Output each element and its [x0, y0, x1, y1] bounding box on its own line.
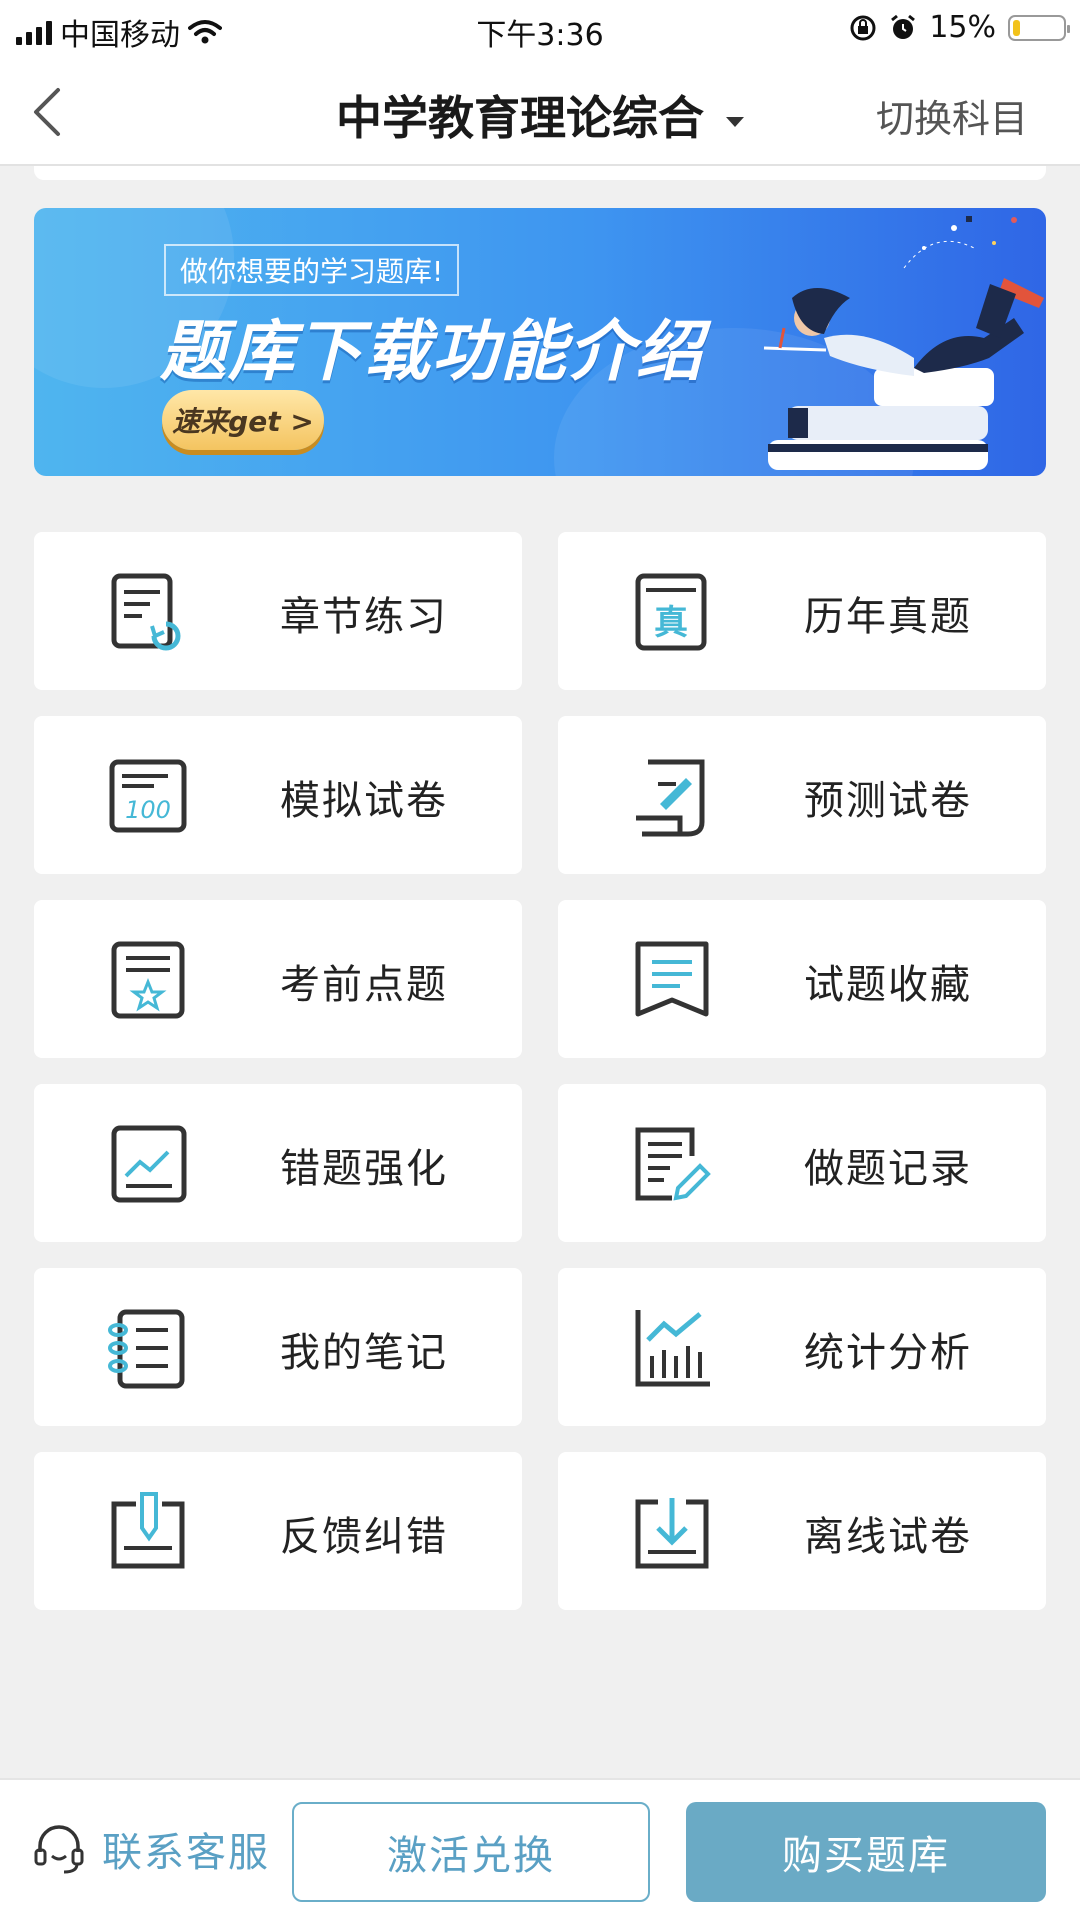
- bookmark-icon: [630, 938, 714, 1022]
- feature-card[interactable]: 考前点题: [34, 900, 522, 1058]
- nav-bar: 中学教育理论综合 切换科目: [0, 54, 1080, 166]
- past-exam-icon: 真: [630, 570, 714, 654]
- feature-label: 历年真题: [804, 594, 972, 640]
- feature-card[interactable]: 真 历年真题: [558, 532, 1046, 690]
- mock-paper-icon: 100: [106, 754, 190, 838]
- mistake-review-icon: [106, 1122, 190, 1206]
- caret-down-icon: [726, 116, 744, 127]
- feature-label: 做题记录: [804, 1146, 972, 1192]
- headset-icon: [34, 1825, 84, 1874]
- feature-label: 统计分析: [804, 1330, 972, 1376]
- feature-card[interactable]: 统计分析: [558, 1268, 1046, 1426]
- alarm-icon: [891, 14, 916, 39]
- svg-text:100: 100: [125, 796, 171, 824]
- pre-exam-tips-icon: [106, 938, 190, 1022]
- feature-card[interactable]: 离线试卷: [558, 1452, 1046, 1610]
- feature-label: 反馈纠错: [280, 1514, 448, 1560]
- feature-card[interactable]: 做题记录: [558, 1084, 1046, 1242]
- battery-icon: [1008, 14, 1070, 41]
- notebook-icon: [106, 1306, 190, 1390]
- practice-record-icon: [630, 1122, 714, 1206]
- battery-percent: 15%: [929, 10, 996, 45]
- buy-question-bank-button[interactable]: 购买题库: [686, 1802, 1046, 1902]
- top-strip: [34, 166, 1046, 180]
- feature-label: 考前点题: [280, 962, 448, 1008]
- offline-download-icon: [630, 1490, 714, 1574]
- feature-card[interactable]: 错题强化: [34, 1084, 522, 1242]
- feature-card[interactable]: 预测试卷: [558, 716, 1046, 874]
- statistics-icon: [630, 1306, 714, 1390]
- feature-label: 预测试卷: [804, 778, 972, 824]
- bottom-bar: 联系客服 激活兑换 购买题库: [0, 1778, 1080, 1920]
- feature-card[interactable]: 我的笔记: [34, 1268, 522, 1426]
- prediction-paper-icon: [630, 754, 714, 838]
- feature-card[interactable]: 反馈纠错: [34, 1452, 522, 1610]
- status-right: 15%: [849, 10, 1070, 45]
- page-title: 中学教育理论综合: [336, 91, 704, 145]
- battery-fill: [1013, 19, 1021, 36]
- feature-card[interactable]: 章节练习: [34, 532, 522, 690]
- feature-label: 模拟试卷: [280, 778, 448, 824]
- feature-label: 错题强化: [280, 1146, 448, 1192]
- switch-subject-button[interactable]: 切换科目: [876, 88, 1028, 143]
- contact-service-button[interactable]: 联系客服: [30, 1820, 270, 1878]
- banner-cta-button[interactable]: 速来get >: [162, 390, 324, 450]
- feature-label: 我的笔记: [280, 1330, 448, 1376]
- svg-text:真: 真: [654, 603, 688, 643]
- feedback-icon: [106, 1490, 190, 1574]
- feature-label: 离线试卷: [804, 1514, 972, 1560]
- contact-service-label: 联系客服: [102, 1830, 270, 1876]
- studying-girl-illustration: [763, 216, 1044, 470]
- chapter-practice-icon: [106, 570, 190, 654]
- status-bar: 中国移动 下午3:36 15%: [0, 0, 1080, 54]
- promo-banner[interactable]: 做你想要的学习题库! 题库下载功能介绍 速来get >: [34, 208, 1046, 476]
- feature-label: 章节练习: [280, 594, 448, 640]
- feature-card[interactable]: 100 模拟试卷: [34, 716, 522, 874]
- banner-headline: 题库下载功能介绍: [160, 313, 704, 390]
- feature-label: 试题收藏: [804, 962, 972, 1008]
- activate-redeem-button[interactable]: 激活兑换: [292, 1802, 650, 1902]
- banner-tagline: 做你想要的学习题库!: [164, 244, 460, 296]
- rotation-lock-icon: [850, 15, 876, 40]
- feature-card[interactable]: 试题收藏: [558, 900, 1046, 1058]
